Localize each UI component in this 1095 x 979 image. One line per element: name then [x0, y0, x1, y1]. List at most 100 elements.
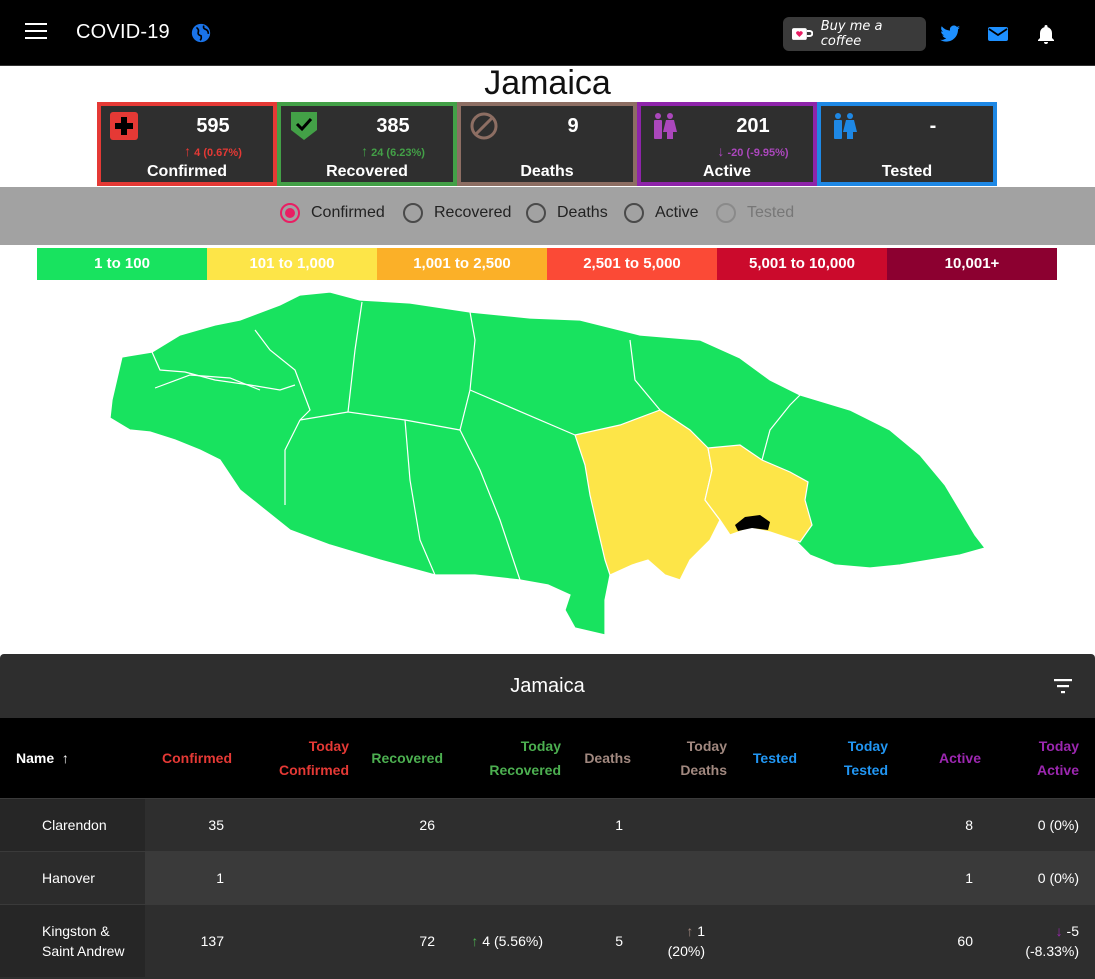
- cell-today-confirmed: [240, 798, 357, 851]
- recovered-delta-text: 24 (6.23%): [371, 147, 425, 159]
- col-today-recovered[interactable]: Today Recovered: [451, 718, 569, 798]
- cell-value: (20%): [667, 942, 705, 959]
- col-tested[interactable]: Tested: [735, 718, 805, 798]
- coffee-label: Buy me a coffee: [820, 19, 883, 49]
- col-today-deaths[interactable]: Today Deaths: [639, 718, 735, 798]
- sort-arrow-up-icon: ↑: [61, 749, 69, 766]
- col-confirmed[interactable]: Confirmed: [145, 718, 240, 798]
- mail-icon[interactable]: [986, 22, 1010, 46]
- country-title: Jamaica: [484, 64, 611, 102]
- deaths-label: Deaths: [520, 163, 574, 180]
- col-label: Active: [1036, 761, 1079, 778]
- tested-value: -: [929, 115, 937, 137]
- cell-today-active: 0 (0%): [989, 798, 1095, 851]
- metric-selector: Confirmed Recovered Deaths Active Tested: [0, 187, 1095, 245]
- cell-tested: [735, 851, 805, 904]
- cell-deaths: 5: [569, 904, 639, 977]
- globe-icon[interactable]: [190, 22, 212, 44]
- people-icon: [654, 113, 677, 139]
- table-row[interactable]: Clarendon 35 26 1 8 0 (0%): [0, 798, 1095, 851]
- cell-today-recovered: [451, 798, 569, 851]
- active-delta: ↓ -20 (-9.95%): [701, 143, 805, 159]
- legend-item: 10,001+: [887, 248, 1057, 280]
- cell-today-deaths: [639, 798, 735, 851]
- radio-button-checked-icon: [280, 203, 300, 223]
- tested-card: - Tested: [817, 102, 997, 186]
- confirmed-delta: ↑ 4 (0.67%): [161, 143, 265, 159]
- cell-name-line: Kingston &: [42, 922, 110, 939]
- table-title: Jamaica: [510, 675, 585, 697]
- col-label: Confirmed: [162, 749, 232, 766]
- top-app-bar: COVID-19 Buy me a coffee: [0, 0, 1095, 66]
- buy-me-a-coffee-button[interactable]: Buy me a coffee: [783, 17, 926, 51]
- active-label: Active: [702, 163, 752, 180]
- people-icon: [834, 113, 857, 139]
- cell-today-tested: [805, 851, 896, 904]
- cell-today-deaths: [639, 851, 735, 904]
- col-today-confirmed[interactable]: Today Confirmed: [240, 718, 357, 798]
- cell-today-tested: [805, 798, 896, 851]
- radio-label: Confirmed: [311, 204, 385, 221]
- col-label: Tested: [752, 749, 797, 766]
- table-row[interactable]: Hanover 1 1 0 (0%): [0, 851, 1095, 904]
- radio-button-icon: [403, 203, 423, 223]
- cell-value: -5: [1066, 922, 1079, 939]
- medical-cross-icon: [110, 112, 138, 140]
- cell-today-recovered: ↑ 4 (5.56%): [451, 904, 569, 977]
- col-label: Recovered: [489, 761, 561, 778]
- col-recovered[interactable]: Recovered: [357, 718, 451, 798]
- cell-deaths: [569, 851, 639, 904]
- cell-recovered: 26: [357, 798, 451, 851]
- legend-item: 2,501 to 5,000: [547, 248, 717, 280]
- col-label: Active: [938, 749, 981, 766]
- col-label: Deaths: [680, 761, 727, 778]
- recovered-value: 385: [376, 115, 410, 137]
- legend-item: 1 to 100: [37, 248, 207, 280]
- col-active[interactable]: Active: [896, 718, 989, 798]
- radio-label: Tested: [747, 204, 795, 221]
- cell-name: Kingston & Saint Andrew: [0, 904, 145, 977]
- filter-icon[interactable]: [1051, 676, 1075, 696]
- notifications-bell-icon[interactable]: [1034, 22, 1058, 46]
- arrow-down-icon: ↓: [717, 143, 725, 159]
- arrow-up-icon: ↑: [361, 143, 369, 159]
- col-deaths[interactable]: Deaths: [569, 718, 639, 798]
- cell-active: 60: [896, 904, 989, 977]
- cell-today-active: ↓ -5 (-8.33%): [989, 904, 1095, 977]
- col-today-active[interactable]: Today Active: [989, 718, 1095, 798]
- cell-recovered: 72: [357, 904, 451, 977]
- cell-today-recovered: [451, 851, 569, 904]
- cell-value: 4 (5.56%): [482, 932, 543, 949]
- cell-active: 1: [896, 851, 989, 904]
- cell-value: (-8.33%): [1025, 942, 1079, 959]
- radio-tested: Tested: [716, 203, 794, 223]
- recovered-label: Recovered: [326, 163, 408, 180]
- col-today-tested[interactable]: Today Tested: [805, 718, 896, 798]
- table-header-row: Name ↑ Confirmed Today Confirmed Recovere…: [0, 718, 1095, 798]
- radio-confirmed[interactable]: Confirmed: [280, 203, 385, 223]
- cell-recovered: [357, 851, 451, 904]
- radio-active[interactable]: Active: [624, 203, 699, 223]
- app-title: COVID-19: [76, 21, 170, 43]
- arrow-down-icon: ↓: [1055, 922, 1063, 939]
- confirmed-card: 595 ↑ 4 (0.67%) Confirmed: [97, 102, 277, 186]
- arrow-up-icon: ↑: [184, 143, 192, 159]
- parish-table-panel: Jamaica Name ↑ Confirmed Today Confirmed …: [0, 654, 1095, 979]
- col-label: Confirmed: [279, 761, 349, 778]
- cell-tested: [735, 904, 805, 977]
- twitter-icon[interactable]: [938, 22, 962, 46]
- confirmed-delta-text: 4 (0.67%): [194, 147, 242, 159]
- menu-icon[interactable]: [25, 23, 47, 41]
- arrow-up-icon: ↑: [471, 932, 479, 949]
- table-row[interactable]: Kingston & Saint Andrew 137 72 ↑ 4 (5.56%…: [0, 904, 1095, 977]
- cell-deaths: 1: [569, 798, 639, 851]
- col-name[interactable]: Name ↑: [0, 718, 145, 798]
- cell-name: Hanover: [0, 851, 145, 904]
- radio-deaths[interactable]: Deaths: [526, 203, 608, 223]
- radio-label: Active: [655, 204, 699, 221]
- col-label: Today: [308, 737, 349, 754]
- radio-recovered[interactable]: Recovered: [403, 203, 511, 223]
- radio-label: Deaths: [557, 204, 608, 221]
- jamaica-map[interactable]: [100, 285, 1000, 645]
- cell-confirmed: 137: [145, 904, 240, 977]
